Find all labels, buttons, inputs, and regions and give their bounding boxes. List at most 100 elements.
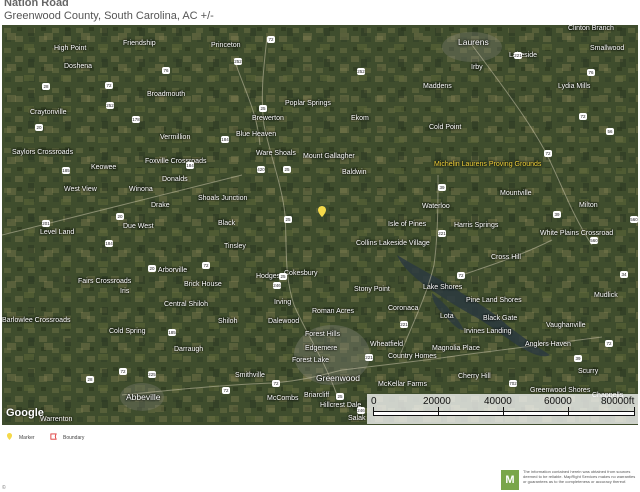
scale-bar: 0 20000 40000 60000 80000ft xyxy=(367,394,638,424)
place-label: Cold Spring xyxy=(109,328,146,335)
place-label: Mudlick xyxy=(594,292,618,299)
place-label: Michelin Laurens Proving Grounds xyxy=(434,161,542,168)
route-shield-icon: 25 xyxy=(259,105,267,112)
route-shield-icon: 76 xyxy=(162,67,170,74)
place-label: Roman Acres xyxy=(312,308,355,315)
header: Nation Road Greenwood County, South Caro… xyxy=(0,0,640,25)
place-label: Brick House xyxy=(184,281,222,288)
place-label: Greenwood xyxy=(316,373,360,383)
place-label: Tinsley xyxy=(224,243,246,250)
place-label: McKellar Farms xyxy=(378,381,428,388)
route-shield-icon: 76 xyxy=(587,69,595,76)
place-label: Craytonville xyxy=(30,109,67,116)
route-shield-icon: 72 xyxy=(457,272,465,279)
place-label: Waterloo xyxy=(422,203,450,210)
place-label: Edgemere xyxy=(305,345,338,352)
place-label: High Point xyxy=(54,45,87,52)
satellite-terrain xyxy=(2,25,638,425)
place-label: Princeton xyxy=(211,42,241,49)
scale-tick xyxy=(568,407,569,416)
legend-marker-label: Marker xyxy=(19,435,35,441)
route-shield-icon: 72 xyxy=(544,150,552,157)
place-label: Saylors Crossroads xyxy=(12,149,74,156)
route-shield-icon: 225 xyxy=(148,371,156,378)
place-label: Foxville Crossroads xyxy=(145,158,207,165)
place-label: Broadmouth xyxy=(147,91,186,98)
place-label: Cold Point xyxy=(429,124,462,131)
place-label: Mount Gallagher xyxy=(303,153,355,160)
route-shield-icon: 72 xyxy=(605,340,613,347)
disclaimer-text: The information contained herein was obt… xyxy=(523,469,636,484)
place-label: West View xyxy=(64,186,97,193)
route-shield-icon: 420 xyxy=(257,166,265,173)
scale-tick xyxy=(634,407,635,416)
place-label: Pine Land Shores xyxy=(466,297,522,304)
route-shield-icon: 184 xyxy=(186,162,194,169)
scale-tick xyxy=(438,407,439,416)
route-shield-icon: 72 xyxy=(119,368,127,375)
place-label: Vermillion xyxy=(160,134,191,141)
scale-label-2: 40000 xyxy=(484,396,512,407)
route-shield-icon: 246 xyxy=(273,282,281,289)
place-label: Due West xyxy=(123,223,154,230)
place-label: McCombs xyxy=(267,395,299,402)
marker-icon xyxy=(6,433,13,440)
route-shield-icon: 72 xyxy=(222,387,230,394)
scale-label-1: 20000 xyxy=(423,396,451,407)
route-shield-icon: 72 xyxy=(579,113,587,120)
place-label: Isle of Pines xyxy=(388,221,427,228)
place-label: Doshena xyxy=(64,63,93,70)
route-shield-icon: 39 xyxy=(553,211,561,218)
property-marker-icon[interactable] xyxy=(318,206,326,217)
place-label: Shoals Junction xyxy=(198,195,248,202)
route-shield-icon: 252 xyxy=(234,58,242,65)
place-label: Black xyxy=(218,220,236,227)
place-label: Hillcrest Dale xyxy=(320,402,362,409)
place-label: Friendship xyxy=(123,40,156,47)
scale-tick xyxy=(373,407,374,416)
place-label: Lydia Mills xyxy=(558,83,591,90)
route-shield-icon: 20 xyxy=(148,265,156,272)
place-label: Salak xyxy=(348,415,366,422)
route-shield-icon: 221 xyxy=(365,354,373,361)
place-label: Lake Shores xyxy=(423,284,463,291)
place-label: Smallwood xyxy=(590,45,625,52)
place-label: Hodges xyxy=(256,273,281,280)
place-label: Briarcliff xyxy=(304,392,330,399)
place-label: Cross Hill xyxy=(491,254,521,261)
place-label: Ekom xyxy=(351,115,369,122)
place-label: Anglers Haven xyxy=(525,341,571,348)
place-label: Cherry Hill xyxy=(458,373,491,380)
route-shield-icon: 72 xyxy=(267,36,275,43)
place-label: Keowee xyxy=(91,164,117,171)
place-label: Irby xyxy=(471,64,483,71)
route-shield-icon: 702 xyxy=(509,380,517,387)
place-label: Forest Lake xyxy=(292,357,329,364)
route-shield-icon: 25 xyxy=(336,393,344,400)
route-shield-icon: 72 xyxy=(202,262,210,269)
route-shield-icon: 39 xyxy=(574,355,582,362)
place-label: Winona xyxy=(129,186,153,193)
route-shield-icon: 72 xyxy=(105,82,113,89)
route-shield-icon: 25 xyxy=(283,166,291,173)
route-shield-icon: 221 xyxy=(438,230,446,237)
legend-boundary-label: Boundary xyxy=(63,435,85,441)
mapright-logo: M xyxy=(501,470,519,490)
route-shield-icon: 56 xyxy=(606,128,614,135)
place-label: Poplar Springs xyxy=(285,100,331,107)
route-shield-icon: 184 xyxy=(221,136,229,143)
place-label: Iris xyxy=(120,288,130,295)
place-label: Coronaca xyxy=(388,305,419,312)
place-label: Irving xyxy=(274,299,292,306)
place-label: Fairs Crossroads xyxy=(78,278,132,285)
satellite-map[interactable]: High Point Friendship Princeton Laurens Lake… xyxy=(2,25,638,425)
place-label: Country Homes xyxy=(388,353,437,360)
route-shield-icon: 560 xyxy=(630,216,638,223)
place-label: Laurens xyxy=(458,37,489,47)
place-label: Clinton Branch xyxy=(568,25,614,32)
place-label: Drake xyxy=(151,202,170,209)
route-shield-icon: 25 xyxy=(279,273,287,280)
scale-label-0: 0 xyxy=(371,396,377,407)
place-label: Central Shiloh xyxy=(164,301,208,308)
scale-labels: 0 20000 40000 60000 80000ft xyxy=(367,394,638,408)
